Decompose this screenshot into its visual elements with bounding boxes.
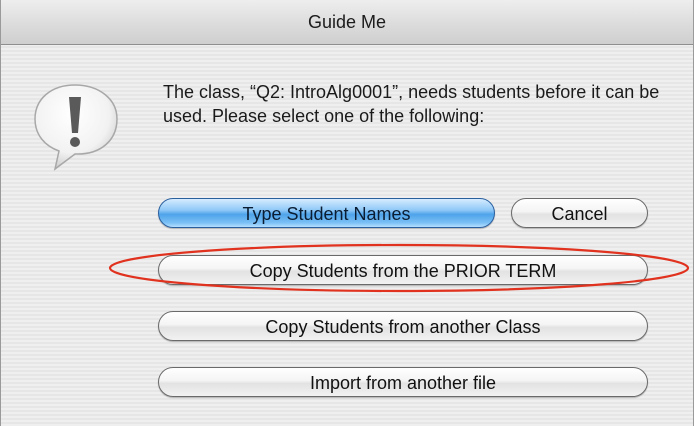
type-student-names-button[interactable]: Type Student Names <box>158 198 495 228</box>
import-from-file-button[interactable]: Import from another file <box>158 367 648 397</box>
guide-me-dialog: Guide Me The class, “Q2: IntroAlg0001”, … <box>0 0 694 426</box>
dialog-message: The class, “Q2: IntroAlg0001”, needs stu… <box>163 82 660 126</box>
exclamation-speech-bubble-icon <box>34 84 118 171</box>
copy-students-prior-term-button[interactable]: Copy Students from the PRIOR TERM <box>158 255 648 285</box>
copy-students-another-class-button[interactable]: Copy Students from another Class <box>158 311 648 341</box>
cancel-button[interactable]: Cancel <box>511 198 648 228</box>
window-title: Guide Me <box>1 0 693 45</box>
